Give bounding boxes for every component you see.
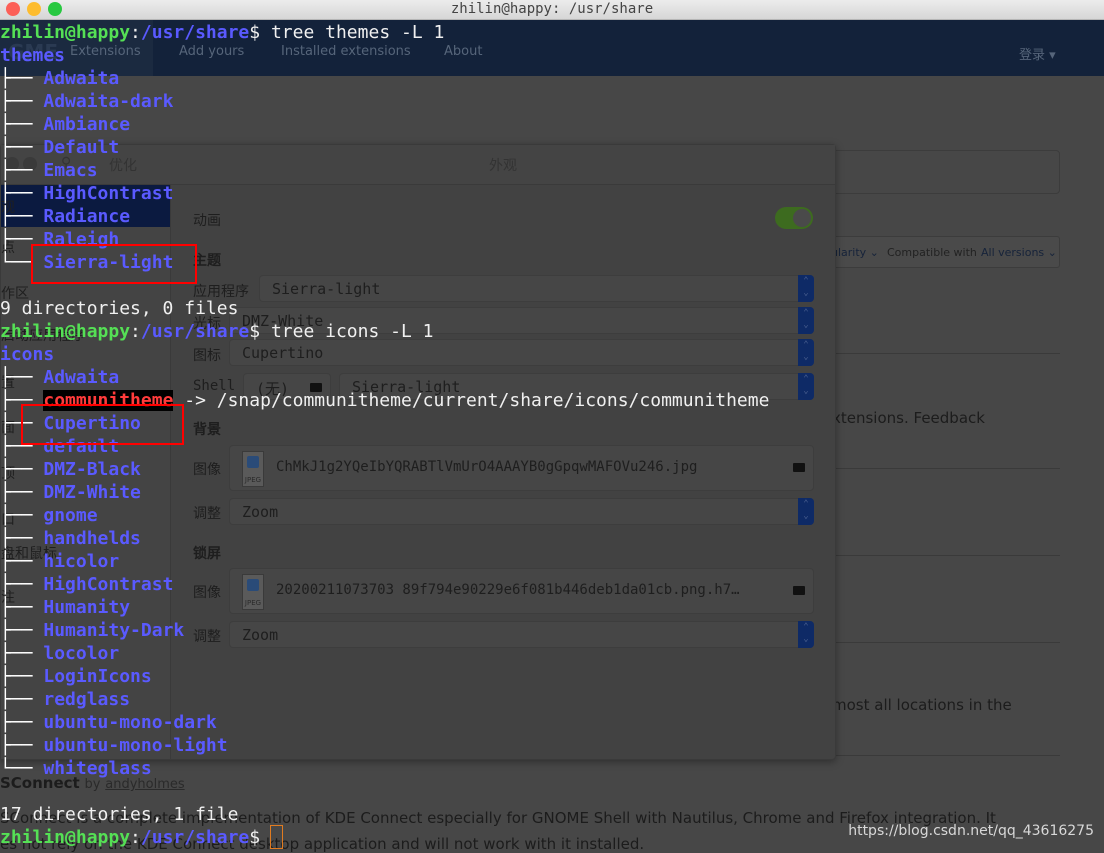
tree-branch: ├── — [0, 183, 44, 204]
directory-entry: Radiance — [43, 206, 131, 227]
tree-branch: ├── — [0, 735, 44, 756]
terminal-line: ├── HighContrast — [0, 573, 1104, 596]
watermark: https://blog.csdn.net/qq_43616275 — [848, 823, 1094, 839]
command: tree icons -L 1 — [270, 321, 434, 342]
directory-entry: Humanity — [43, 597, 131, 618]
tree-branch: ├── — [0, 459, 44, 480]
terminal-line: zhilin@happy:/usr/share$ tree icons -L 1 — [0, 320, 1104, 343]
directory-entry: Default — [43, 137, 120, 158]
tree-branch: ├── — [0, 666, 44, 687]
tree-root: icons — [0, 344, 55, 365]
prompt-dollar: $ — [249, 22, 271, 43]
terminal-line: icons — [0, 343, 1104, 366]
directory-entry: ubuntu-mono-dark — [43, 712, 217, 733]
terminal-titlebar: zhilin@happy: /usr/share — [0, 0, 1104, 20]
terminal-line: ├── ubuntu-mono-dark — [0, 711, 1104, 734]
directory-entry: hicolor — [43, 551, 120, 572]
terminal-line: zhilin@happy:/usr/share$ tree themes -L … — [0, 21, 1104, 44]
directory-entry: gnome — [43, 505, 98, 526]
tree-branch: └── — [0, 758, 44, 779]
highlight-box-cupertino — [21, 404, 184, 445]
terminal-line: ├── Adwaita-dark — [0, 90, 1104, 113]
terminal-line: ├── Adwaita — [0, 67, 1104, 90]
window-title: zhilin@happy: /usr/share — [450, 1, 654, 17]
directory-entry: whiteglass — [43, 758, 152, 779]
terminal-line: themes — [0, 44, 1104, 67]
tree-branch: ├── — [0, 206, 44, 227]
terminal-line: ├── DMZ-Black — [0, 458, 1104, 481]
prompt-sep: : — [130, 22, 141, 43]
tree-branch: ├── — [0, 597, 44, 618]
tree-branch: ├── — [0, 137, 44, 158]
directory-entry: Adwaita-dark — [43, 91, 174, 112]
terminal-line: ├── Humanity — [0, 596, 1104, 619]
terminal-line: ├── gnome — [0, 504, 1104, 527]
symlink-target: -> /snap/communitheme/current/share/icon… — [173, 390, 770, 411]
tree-branch: ├── — [0, 114, 44, 135]
directory-entry: LoginIcons — [43, 666, 152, 687]
tree-branch: ├── — [0, 367, 44, 388]
directory-entry: Emacs — [43, 160, 98, 181]
tree-branch: ├── — [0, 712, 44, 733]
terminal-line: ├── handhelds — [0, 527, 1104, 550]
terminal-line: 9 directories, 0 files — [0, 297, 1104, 320]
prompt-dollar: $ — [249, 321, 271, 342]
tree-branch: ├── — [0, 689, 44, 710]
tree-branch: ├── — [0, 643, 44, 664]
directory-entry: HighContrast — [43, 183, 174, 204]
terminal-line: ├── redglass — [0, 688, 1104, 711]
terminal-line: ├── Adwaita — [0, 366, 1104, 389]
directory-entry: Adwaita — [43, 68, 120, 89]
terminal-line: ├── Default — [0, 136, 1104, 159]
directory-entry: ubuntu-mono-light — [43, 735, 228, 756]
prompt-user: zhilin@happy — [0, 22, 131, 43]
tree-branch: ├── — [0, 505, 44, 526]
tree-branch: ├── — [0, 528, 44, 549]
directory-entry: redglass — [43, 689, 131, 710]
directory-entry: handhelds — [43, 528, 141, 549]
directory-entry: DMZ-Black — [43, 459, 141, 480]
directory-entry: DMZ-White — [43, 482, 141, 503]
prompt-user: zhilin@happy — [0, 827, 131, 848]
terminal-line: ├── HighContrast — [0, 182, 1104, 205]
terminal-line: ├── ubuntu-mono-light — [0, 734, 1104, 757]
tree-branch: ├── — [0, 574, 44, 595]
prompt-path: /usr/share — [140, 22, 250, 43]
terminal-line: ├── locolor — [0, 642, 1104, 665]
terminal-line: ├── Emacs — [0, 159, 1104, 182]
summary: 17 directories, 1 file — [0, 804, 239, 825]
directory-entry: Ambiance — [43, 114, 131, 135]
prompt-sep: : — [130, 321, 141, 342]
command: tree themes -L 1 — [270, 22, 445, 43]
tree-root: themes — [0, 45, 66, 66]
terminal-line: ├── DMZ-White — [0, 481, 1104, 504]
tree-branch: ├── — [0, 68, 44, 89]
summary: 9 directories, 0 files — [0, 298, 239, 319]
prompt-path: /usr/share — [140, 321, 250, 342]
prompt-user: zhilin@happy — [0, 321, 131, 342]
tree-branch: ├── — [0, 160, 44, 181]
terminal-line: ├── hicolor — [0, 550, 1104, 573]
terminal-line: ├── Humanity-Dark — [0, 619, 1104, 642]
prompt-sep: : — [130, 827, 141, 848]
prompt-dollar: $ — [249, 827, 271, 848]
tree-branch: ├── — [0, 551, 44, 572]
tree-branch: ├── — [0, 620, 44, 641]
cursor — [269, 825, 283, 849]
directory-entry: HighContrast — [43, 574, 174, 595]
directory-entry: Adwaita — [43, 367, 120, 388]
directory-entry: Humanity-Dark — [43, 620, 185, 641]
directory-entry: locolor — [43, 643, 120, 664]
terminal-line: ├── Radiance — [0, 205, 1104, 228]
tree-branch: ├── — [0, 91, 44, 112]
terminal-line: ├── LoginIcons — [0, 665, 1104, 688]
tree-branch: ├── — [0, 482, 44, 503]
terminal-line: └── whiteglass — [0, 757, 1104, 780]
highlight-box-sierra-light — [31, 244, 197, 284]
terminal-line: ├── Ambiance — [0, 113, 1104, 136]
prompt-path: /usr/share — [140, 827, 250, 848]
